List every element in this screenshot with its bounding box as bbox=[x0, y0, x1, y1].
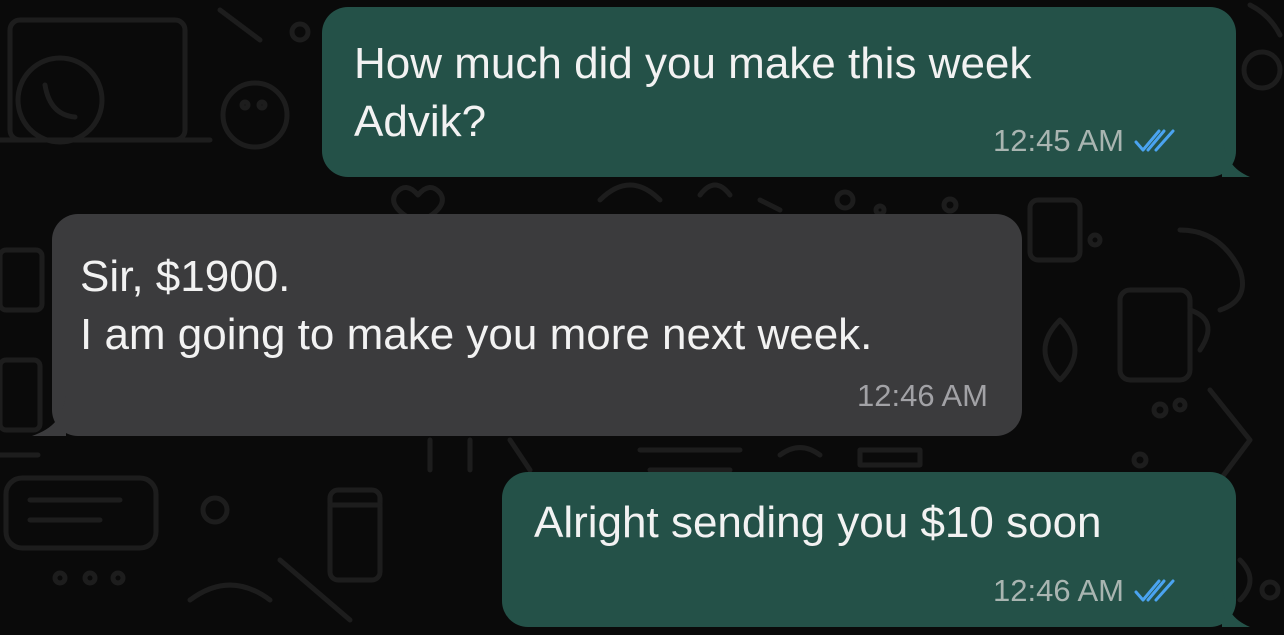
chat-view[interactable]: How much did you make this week Advik? 1… bbox=[0, 0, 1284, 635]
bubble-tail bbox=[1222, 137, 1250, 177]
double-check-read-icon bbox=[1134, 128, 1180, 154]
bubble-tail bbox=[1222, 587, 1250, 627]
message-text: Alright sending you $10 soon bbox=[534, 498, 1102, 547]
message-text: Sir, $1900. I am going to make you more … bbox=[80, 252, 873, 359]
message-text: How much did you make this week Advik? bbox=[354, 39, 1032, 146]
double-check-read-icon bbox=[1134, 578, 1180, 604]
message-timestamp: 12:45 AM bbox=[993, 123, 1124, 158]
message-timestamp: 12:46 AM bbox=[857, 378, 988, 413]
message-meta: 12:46 AM bbox=[857, 378, 988, 414]
message-bubble-outgoing[interactable]: How much did you make this week Advik? 1… bbox=[322, 7, 1250, 177]
message-bubble-incoming[interactable]: Sir, $1900. I am going to make you more … bbox=[32, 214, 1022, 436]
message-meta: 12:45 AM bbox=[993, 123, 1180, 159]
message-bubble-outgoing[interactable]: Alright sending you $10 soon 12:46 AM bbox=[502, 472, 1250, 627]
bubble-tail bbox=[32, 396, 66, 436]
message-timestamp: 12:46 AM bbox=[993, 573, 1124, 608]
message-meta: 12:46 AM bbox=[993, 573, 1180, 609]
